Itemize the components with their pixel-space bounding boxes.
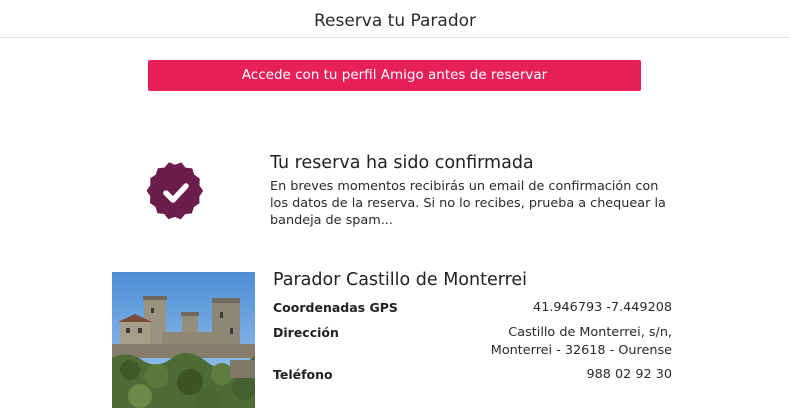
header-bar: Reserva tu Parador — [0, 0, 790, 38]
address-label: Dirección — [273, 325, 339, 340]
castle-photo — [112, 272, 255, 408]
parador-name: Parador Castillo de Monterrei — [273, 270, 528, 290]
address-value: Castillo de Monterrei, s/n, Monterrei - … — [491, 324, 672, 360]
page-title: Reserva tu Parador — [313, 11, 477, 31]
confirmation-message: En breves momentos recibirás un email de… — [270, 179, 666, 228]
confirmation-title: Tu reserva ha sido confirmada — [270, 153, 534, 173]
gps-label: Coordenadas GPS — [273, 300, 398, 315]
check-badge-icon — [146, 162, 206, 222]
address-line-2: Monterrei - 32618 - Ourense — [490, 343, 672, 358]
address-line-1: Castillo de Monterrei, s/n, — [508, 325, 672, 340]
phone-value: 988 02 92 30 — [586, 367, 672, 382]
phone-label: Teléfono — [273, 367, 333, 382]
login-amigo-button[interactable]: Accede con tu perfil Amigo antes de rese… — [148, 60, 641, 91]
gps-value: 41.946793 -7.449208 — [533, 300, 672, 315]
